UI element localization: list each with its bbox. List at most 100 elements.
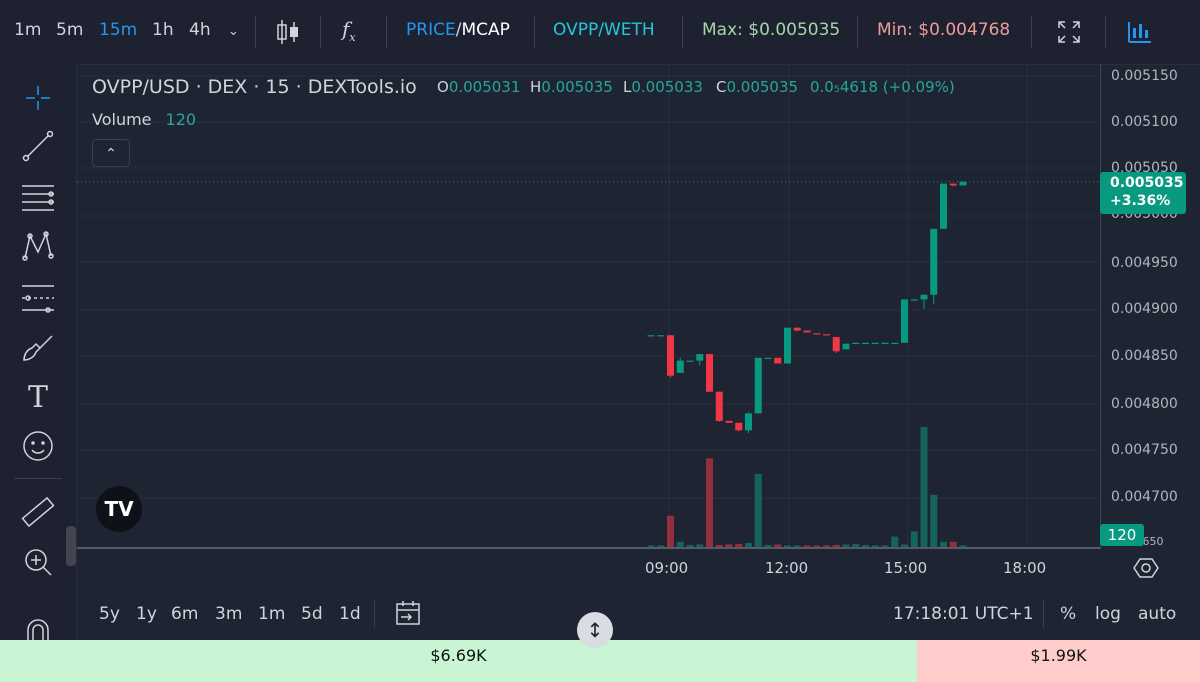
candle-body bbox=[959, 181, 967, 186]
current-price-value: 0.005035 bbox=[1110, 175, 1184, 191]
collapse-legend-button[interactable]: ⌃ bbox=[92, 139, 130, 167]
volume-bar bbox=[764, 544, 772, 547]
candle-body bbox=[871, 342, 879, 344]
chevron-down-icon[interactable]: ⌄ bbox=[228, 24, 239, 39]
goto-date-icon[interactable] bbox=[393, 598, 423, 633]
candle-body bbox=[813, 333, 821, 335]
price-mode-label: PRICE bbox=[406, 20, 456, 40]
zoom-in-icon[interactable] bbox=[18, 542, 58, 582]
candle-body bbox=[891, 342, 899, 344]
pattern-icon[interactable] bbox=[18, 226, 58, 266]
candle-body bbox=[715, 391, 723, 421]
volume-legend[interactable]: Volume 120 bbox=[92, 110, 196, 129]
volume-bar bbox=[949, 541, 957, 547]
volume-bar bbox=[871, 545, 879, 547]
price-mcap-toggle[interactable]: PRICE/MCAP bbox=[406, 20, 510, 40]
toolbar-divider bbox=[857, 16, 858, 48]
time-tick: 09:00 bbox=[645, 559, 689, 577]
crosshair-icon[interactable] bbox=[18, 78, 58, 118]
volume-bar bbox=[813, 545, 821, 547]
price-chart[interactable] bbox=[77, 64, 1100, 549]
sidebar-divider bbox=[14, 478, 62, 479]
interval-1m[interactable]: 1m bbox=[14, 20, 41, 40]
range-1m[interactable]: 1m bbox=[258, 604, 285, 624]
volume-bar bbox=[959, 545, 967, 547]
pair-toggle[interactable]: OVPP/WETH bbox=[553, 20, 655, 40]
forecast-icon[interactable] bbox=[18, 278, 58, 318]
interval-5m[interactable]: 5m bbox=[56, 20, 83, 40]
toolbar-divider bbox=[1031, 16, 1032, 48]
sidebar-scrollbar[interactable] bbox=[66, 526, 76, 566]
candles-icon[interactable] bbox=[276, 17, 300, 52]
volume-bar bbox=[715, 544, 723, 547]
candle-body bbox=[842, 343, 850, 350]
percent-toggle[interactable]: % bbox=[1060, 604, 1076, 624]
candle-body bbox=[823, 334, 830, 336]
ohlc-low: L0.005033 bbox=[623, 78, 703, 96]
brush-icon[interactable] bbox=[18, 328, 58, 368]
candle-body bbox=[667, 335, 674, 376]
ohlc-high-value: 0.005035 bbox=[541, 78, 613, 96]
volume-bar bbox=[784, 545, 791, 547]
mcap-mode-label: MCAP bbox=[461, 20, 510, 40]
candle-body bbox=[940, 183, 947, 229]
volume-bar bbox=[735, 543, 743, 547]
volume-bar bbox=[657, 545, 665, 547]
tradingview-logo[interactable]: TV bbox=[96, 486, 142, 532]
candle-body bbox=[754, 357, 762, 414]
volume-bar bbox=[823, 545, 830, 547]
time-axis[interactable]: 09:00 12:00 15:00 18:00 bbox=[77, 549, 1100, 587]
range-3m[interactable]: 3m bbox=[215, 604, 242, 624]
volume-bar bbox=[832, 544, 840, 547]
range-5d[interactable]: 5d bbox=[301, 604, 323, 624]
log-toggle[interactable]: log bbox=[1095, 604, 1121, 624]
symbol-title[interactable]: OVPP/USD · DEX · 15 · DEXTools.io bbox=[92, 76, 417, 98]
candle-body bbox=[764, 357, 772, 360]
volume-bar bbox=[774, 544, 782, 547]
clock-readout[interactable]: 17:18:01 UTC+1 bbox=[893, 604, 1034, 624]
toolbar-divider bbox=[320, 16, 321, 48]
text-tool-icon[interactable]: T bbox=[18, 378, 58, 418]
candle-body bbox=[852, 342, 860, 344]
volume-bar bbox=[754, 473, 762, 547]
emoji-icon[interactable] bbox=[18, 426, 58, 466]
chart-pane[interactable] bbox=[77, 64, 1100, 549]
ruler-icon[interactable] bbox=[18, 492, 58, 532]
trend-line-icon[interactable] bbox=[18, 126, 58, 166]
candle-body bbox=[735, 422, 743, 431]
candle-body bbox=[686, 360, 694, 362]
range-1d[interactable]: 1d bbox=[339, 604, 361, 624]
range-1y[interactable]: 1y bbox=[136, 604, 157, 624]
candle-body bbox=[832, 337, 840, 352]
indicators-icon[interactable]: fx bbox=[342, 17, 356, 44]
price-tick: 0.004900 bbox=[1111, 301, 1178, 317]
ohlc-low-value: 0.005033 bbox=[631, 78, 703, 96]
fullscreen-icon[interactable] bbox=[1057, 20, 1081, 49]
chart-settings-icon[interactable] bbox=[1126, 18, 1154, 51]
candle-body bbox=[793, 327, 801, 331]
time-tick: 12:00 bbox=[765, 559, 809, 577]
axis-settings-icon[interactable] bbox=[1132, 554, 1160, 586]
candle-body bbox=[803, 330, 811, 333]
volume-bar bbox=[930, 494, 938, 547]
volume-bar bbox=[686, 544, 694, 547]
price-axis[interactable]: 0.005150 0.005100 0.005050 0.005000 0.00… bbox=[1100, 64, 1200, 549]
range-5y[interactable]: 5y bbox=[99, 604, 120, 624]
toolbar-divider bbox=[1105, 16, 1106, 48]
volume-bar bbox=[667, 515, 674, 547]
candle-body bbox=[862, 342, 869, 344]
interval-4h[interactable]: 4h bbox=[189, 20, 211, 40]
resize-handle-icon[interactable]: ↕ bbox=[577, 612, 613, 648]
price-tick: 0.004850 bbox=[1111, 348, 1178, 364]
ohlc-open-key: O bbox=[437, 78, 449, 96]
volume-bar bbox=[745, 542, 752, 547]
volume-bar bbox=[862, 544, 869, 547]
price-tick: 0.005150 bbox=[1111, 68, 1178, 84]
auto-toggle[interactable]: auto bbox=[1138, 604, 1176, 624]
range-6m[interactable]: 6m bbox=[171, 604, 198, 624]
volume-value: 120 bbox=[165, 110, 197, 129]
interval-15m[interactable]: 15m bbox=[99, 20, 137, 40]
volume-label: Volume bbox=[92, 110, 152, 129]
interval-1h[interactable]: 1h bbox=[152, 20, 174, 40]
fib-retracement-icon[interactable] bbox=[18, 178, 58, 218]
